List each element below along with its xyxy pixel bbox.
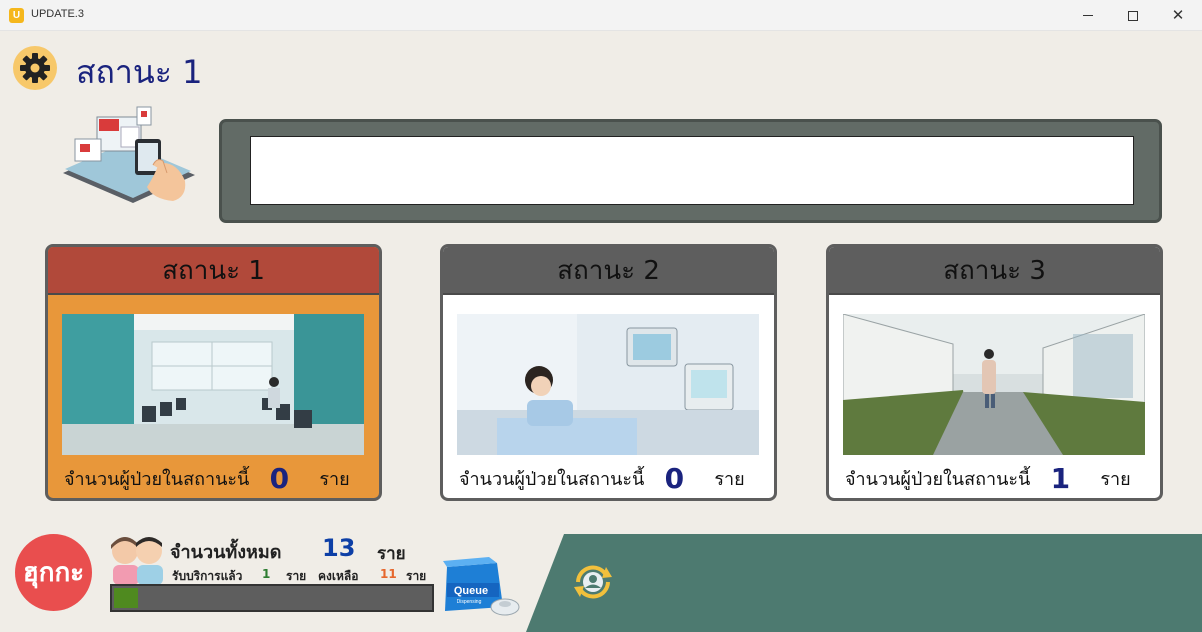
station-count-label: จำนวนผู้ป่วยในสถานะนี้ xyxy=(845,468,1031,490)
queue-dispensing-illustration: Queue Dispensing xyxy=(443,557,520,616)
gear-icon xyxy=(20,53,50,83)
refresh-user-icon xyxy=(574,565,612,599)
refresh-button[interactable] xyxy=(568,557,618,607)
page-title: สถานะ 1 xyxy=(76,53,203,91)
queue-progress-bar xyxy=(110,584,434,612)
announcement-panel xyxy=(219,119,1162,223)
window-title: UPDATE.3 xyxy=(31,8,84,20)
served-count: 1 xyxy=(262,567,271,581)
patients-illustration xyxy=(111,537,163,585)
station-count-unit: ราย xyxy=(319,468,350,490)
station-count-unit: ราย xyxy=(714,468,745,490)
station-count-label: จำนวนผู้ป่วยในสถานะนี้ xyxy=(459,468,645,490)
brand-logo: ฮุกกะ xyxy=(15,534,92,611)
queue-sublabel: Dispensing xyxy=(457,599,482,605)
station-count-label: จำนวนผู้ป่วยในสถานะนี้ xyxy=(64,468,250,490)
station-card-1[interactable]: สถานะ 1 จำนวนผู้ป่วยในสถานะนี้ 0 ราย xyxy=(45,244,382,501)
close-icon: ✕ xyxy=(1171,6,1185,24)
minimize-button[interactable] xyxy=(1065,0,1111,31)
station-count-value: 0 xyxy=(269,461,290,495)
footer-band xyxy=(526,534,1202,632)
minimize-icon xyxy=(1083,15,1093,16)
station-count-value: 0 xyxy=(664,461,685,495)
station-count-value: 1 xyxy=(1050,461,1071,495)
announcement-text-box xyxy=(250,136,1134,205)
station-title: สถานะ 1 xyxy=(48,247,379,295)
patient-bed-photo xyxy=(457,314,759,455)
remaining-count: 11 xyxy=(380,567,397,581)
station-card-2[interactable]: สถานะ 2 จำนวนผู้ป่วยในสถานะนี้ 0 ราย xyxy=(440,244,777,501)
station-count-unit: ราย xyxy=(1100,468,1131,490)
waiting-hall-photo xyxy=(62,314,364,455)
settings-button[interactable] xyxy=(13,46,57,90)
walkway-photo xyxy=(843,314,1145,455)
station-card-3[interactable]: สถานะ 3 จำนวนผู้ป่วยในสถานะนี้ 1 ราย xyxy=(826,244,1163,501)
station-count-row: จำนวนผู้ป่วยในสถานะนี้ 0 ราย xyxy=(48,458,379,498)
station-count-row: จำนวนผู้ป่วยในสถานะนี้ 0 ราย xyxy=(443,458,774,498)
total-label: จำนวนทั้งหมด xyxy=(170,542,282,563)
queue-progress-fill xyxy=(114,588,138,608)
station-title: สถานะ 3 xyxy=(829,247,1160,295)
app-icon: U xyxy=(9,8,24,23)
queue-label: Queue xyxy=(454,585,488,597)
maximize-icon xyxy=(1128,10,1138,21)
station-title: สถานะ 2 xyxy=(443,247,774,295)
station-count-row: จำนวนผู้ป่วยในสถานะนี้ 1 ราย xyxy=(829,458,1160,498)
total-unit: ราย xyxy=(377,544,406,564)
close-button[interactable]: ✕ xyxy=(1155,0,1201,31)
total-count: 13 xyxy=(322,534,356,562)
window-title-bar: U UPDATE.3 ✕ xyxy=(0,0,1202,31)
medical-app-illustration xyxy=(63,106,195,203)
maximize-button[interactable] xyxy=(1110,0,1156,31)
